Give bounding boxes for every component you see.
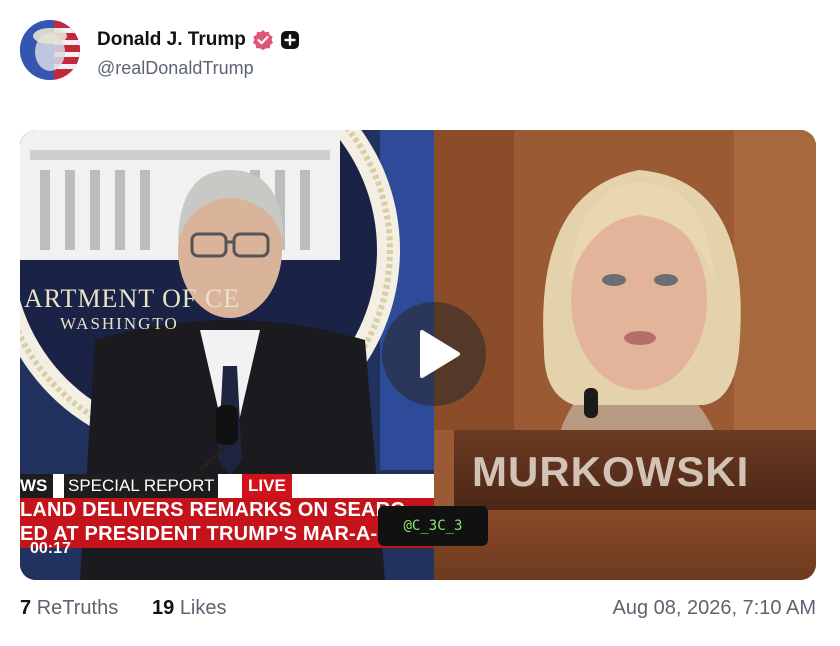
nameplate-text: MURKOWSKI xyxy=(472,448,750,495)
likes-count: 19 xyxy=(152,597,175,619)
retruths-stat[interactable]: 7 ReTruths xyxy=(20,597,118,620)
avatar-image xyxy=(20,20,80,80)
verified-badge-icon xyxy=(252,30,273,50)
chyron-special-report: SPECIAL REPORT xyxy=(64,474,219,498)
retruths-count: 7 xyxy=(20,597,32,619)
chyron-headline-line-1: LAND DELIVERS REMARKS ON SEARC xyxy=(20,499,405,521)
post-timestamp[interactable]: Aug 08, 2026, 7:10 AM xyxy=(613,597,817,620)
video-frame-left: ARTMENT OF CE WASHINGTO WS SPECIAL REPOR… xyxy=(20,130,434,580)
video-watermark: @C_3C_3 xyxy=(378,506,488,546)
author-row: Donald J. Trump xyxy=(97,28,300,52)
seal-text-top: ARTMENT OF CE xyxy=(24,284,241,313)
seal-text-bottom: WASHINGTO xyxy=(60,314,179,333)
chyron-headline-line-2: ED AT PRESIDENT TRUMP'S MAR-A-L xyxy=(20,523,390,545)
play-icon xyxy=(420,330,460,378)
post-header: Donald J. Trump @realDonaldTrump xyxy=(20,20,820,82)
likes-label: Likes xyxy=(179,597,227,619)
desk xyxy=(434,510,816,580)
chyron-live-badge: LIVE xyxy=(242,474,292,498)
video-player[interactable]: ARTMENT OF CE WASHINGTO WS SPECIAL REPOR… xyxy=(20,130,816,580)
author-handle[interactable]: @realDonaldTrump xyxy=(97,58,254,79)
video-duration: 00:17 xyxy=(30,540,71,557)
post-footer: 7 ReTruths 19 Likes Aug 08, 2026, 7:10 A… xyxy=(20,597,820,623)
chyron-network: WS xyxy=(20,474,54,498)
plus-badge-icon xyxy=(280,31,299,49)
play-button[interactable] xyxy=(382,302,486,406)
avatar[interactable] xyxy=(20,20,80,80)
video-frame-right: MURKOWSKI xyxy=(434,130,816,580)
retruths-label: ReTruths xyxy=(36,597,119,619)
author-name[interactable]: Donald J. Trump xyxy=(97,29,246,51)
likes-stat[interactable]: 19 Likes xyxy=(152,597,227,620)
